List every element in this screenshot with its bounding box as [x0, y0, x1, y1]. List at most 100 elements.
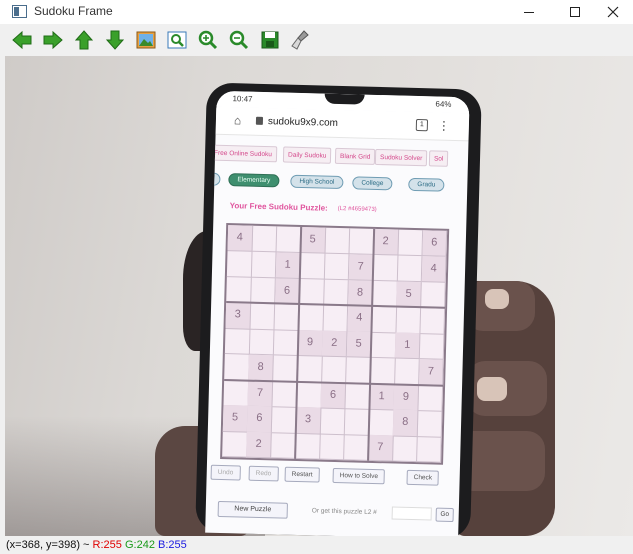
sudoku-cell[interactable] [370, 357, 396, 385]
sudoku-cell[interactable] [344, 408, 370, 436]
sudoku-cell[interactable]: 5 [300, 226, 326, 254]
sudoku-cell[interactable] [299, 278, 325, 306]
zoom-area-button[interactable] [164, 28, 190, 52]
sudoku-cell[interactable] [222, 431, 248, 459]
sudoku-cell[interactable] [295, 433, 321, 460]
sudoku-cell[interactable] [272, 380, 298, 408]
level-elementary[interactable]: Elementary [228, 173, 280, 188]
sudoku-cell[interactable] [343, 434, 370, 462]
sudoku-cell[interactable]: 2 [373, 228, 399, 256]
sudoku-cell[interactable] [419, 333, 445, 361]
sudoku-cell[interactable] [299, 252, 326, 280]
level-graduate[interactable]: Gradu [408, 177, 445, 192]
sudoku-cell[interactable] [416, 436, 443, 464]
how-to-solve-button[interactable]: How to Solve [332, 467, 386, 485]
zoom-in-button[interactable] [195, 28, 221, 52]
go-button[interactable]: Go [435, 507, 454, 523]
tab-count-icon[interactable]: 1 [415, 118, 429, 132]
sudoku-cell[interactable]: 7 [368, 435, 394, 462]
sudoku-cell[interactable] [272, 355, 299, 383]
sudoku-cell[interactable] [397, 255, 423, 283]
minimize-button[interactable] [506, 0, 552, 24]
pan-up-button[interactable] [71, 28, 97, 52]
sudoku-cell[interactable]: 9 [297, 330, 324, 357]
sudoku-cell[interactable] [394, 358, 420, 386]
sudoku-cell[interactable]: 5 [346, 331, 372, 359]
sudoku-cell[interactable]: 7 [418, 359, 445, 386]
sudoku-cell[interactable]: 1 [395, 332, 421, 360]
menu-icon[interactable]: ⋮ [438, 119, 450, 133]
level-college[interactable]: College [352, 176, 393, 191]
sudoku-cell[interactable]: 6 [247, 406, 273, 433]
sudoku-cell[interactable] [324, 253, 350, 281]
sudoku-cell[interactable]: 4 [227, 225, 253, 252]
sudoku-cell[interactable] [349, 228, 375, 256]
sudoku-cell[interactable] [372, 280, 398, 308]
sudoku-cell[interactable] [345, 382, 371, 410]
zoom-out-button[interactable] [226, 28, 252, 52]
close-button[interactable] [590, 0, 633, 24]
home-icon[interactable]: ⌂ [234, 113, 242, 127]
sudoku-cell[interactable] [226, 276, 252, 304]
sudoku-cell[interactable]: 1 [369, 383, 395, 411]
sudoku-cell[interactable] [420, 307, 446, 335]
sudoku-cell[interactable] [395, 306, 422, 334]
sudoku-cell[interactable] [271, 406, 297, 434]
sudoku-cell[interactable] [319, 433, 345, 461]
pan-left-button[interactable] [9, 28, 35, 52]
sudoku-cell[interactable] [370, 331, 397, 359]
restart-button[interactable]: Restart [284, 466, 320, 483]
sudoku-cell[interactable] [224, 353, 250, 381]
nav-tab-daily-sudoku[interactable]: Daily Sudoku [282, 146, 332, 164]
sudoku-cell[interactable] [368, 409, 395, 437]
sudoku-cell[interactable]: 7 [348, 254, 374, 281]
sudoku-cell[interactable] [397, 229, 424, 257]
undo-button[interactable]: Undo [210, 464, 241, 481]
pan-down-button[interactable] [102, 28, 128, 52]
nav-tab-free-online-sudoku[interactable]: Free Online Sudoku [208, 144, 278, 163]
sudoku-cell[interactable]: 5 [222, 405, 249, 433]
sudoku-cell[interactable] [223, 379, 249, 407]
sudoku-cell[interactable] [251, 225, 278, 253]
sudoku-cell[interactable] [321, 356, 347, 384]
sudoku-cell[interactable] [274, 303, 300, 331]
sudoku-cell[interactable] [392, 435, 418, 463]
sudoku-cell[interactable] [273, 329, 299, 357]
sudoku-cell[interactable]: 3 [295, 407, 322, 435]
sudoku-cell[interactable] [298, 304, 324, 332]
sudoku-cell[interactable]: 2 [246, 431, 272, 459]
nav-tab-sudoku-solver[interactable]: Sudoku Solver [374, 148, 428, 167]
sudoku-cell[interactable] [323, 279, 349, 306]
redo-button[interactable]: Redo [248, 465, 279, 482]
level-prev[interactable] [206, 172, 221, 186]
nav-tab-sol[interactable]: Sol [428, 150, 449, 167]
sudoku-cell[interactable]: 6 [274, 277, 301, 305]
new-puzzle-button[interactable]: New Puzzle [217, 500, 288, 519]
sudoku-cell[interactable]: 6 [422, 230, 448, 258]
sudoku-cell[interactable]: 9 [393, 384, 420, 411]
url-text[interactable]: sudoku9x9.com [268, 116, 338, 129]
sudoku-cell[interactable] [251, 251, 277, 279]
sudoku-cell[interactable] [276, 226, 302, 254]
sudoku-cell[interactable] [270, 432, 297, 460]
sudoku-cell[interactable] [420, 281, 447, 309]
sudoku-cell[interactable] [372, 254, 399, 282]
sudoku-cell[interactable] [320, 408, 346, 435]
reset-view-button[interactable] [133, 28, 159, 52]
sudoku-cell[interactable]: 4 [347, 305, 373, 333]
sudoku-cell[interactable]: 1 [275, 252, 301, 279]
camera-frame[interactable]: 10:47 64% ⌂ sudoku9x9.com 1 ⋮ Free Onlin… [5, 56, 633, 536]
sudoku-cell[interactable] [296, 381, 322, 409]
sudoku-cell[interactable] [324, 227, 351, 255]
sudoku-cell[interactable]: 5 [396, 281, 422, 308]
clear-button[interactable] [288, 28, 314, 52]
sudoku-cell[interactable] [249, 303, 276, 330]
sudoku-cell[interactable] [418, 384, 444, 412]
sudoku-cell[interactable] [224, 328, 251, 355]
sudoku-cell[interactable] [345, 357, 372, 384]
sudoku-cell[interactable]: 8 [347, 279, 374, 307]
sudoku-cell[interactable]: 7 [247, 380, 274, 408]
sudoku-cell[interactable]: 8 [393, 409, 419, 437]
sudoku-cell[interactable]: 3 [225, 302, 251, 330]
sudoku-cell[interactable]: 4 [421, 255, 447, 283]
